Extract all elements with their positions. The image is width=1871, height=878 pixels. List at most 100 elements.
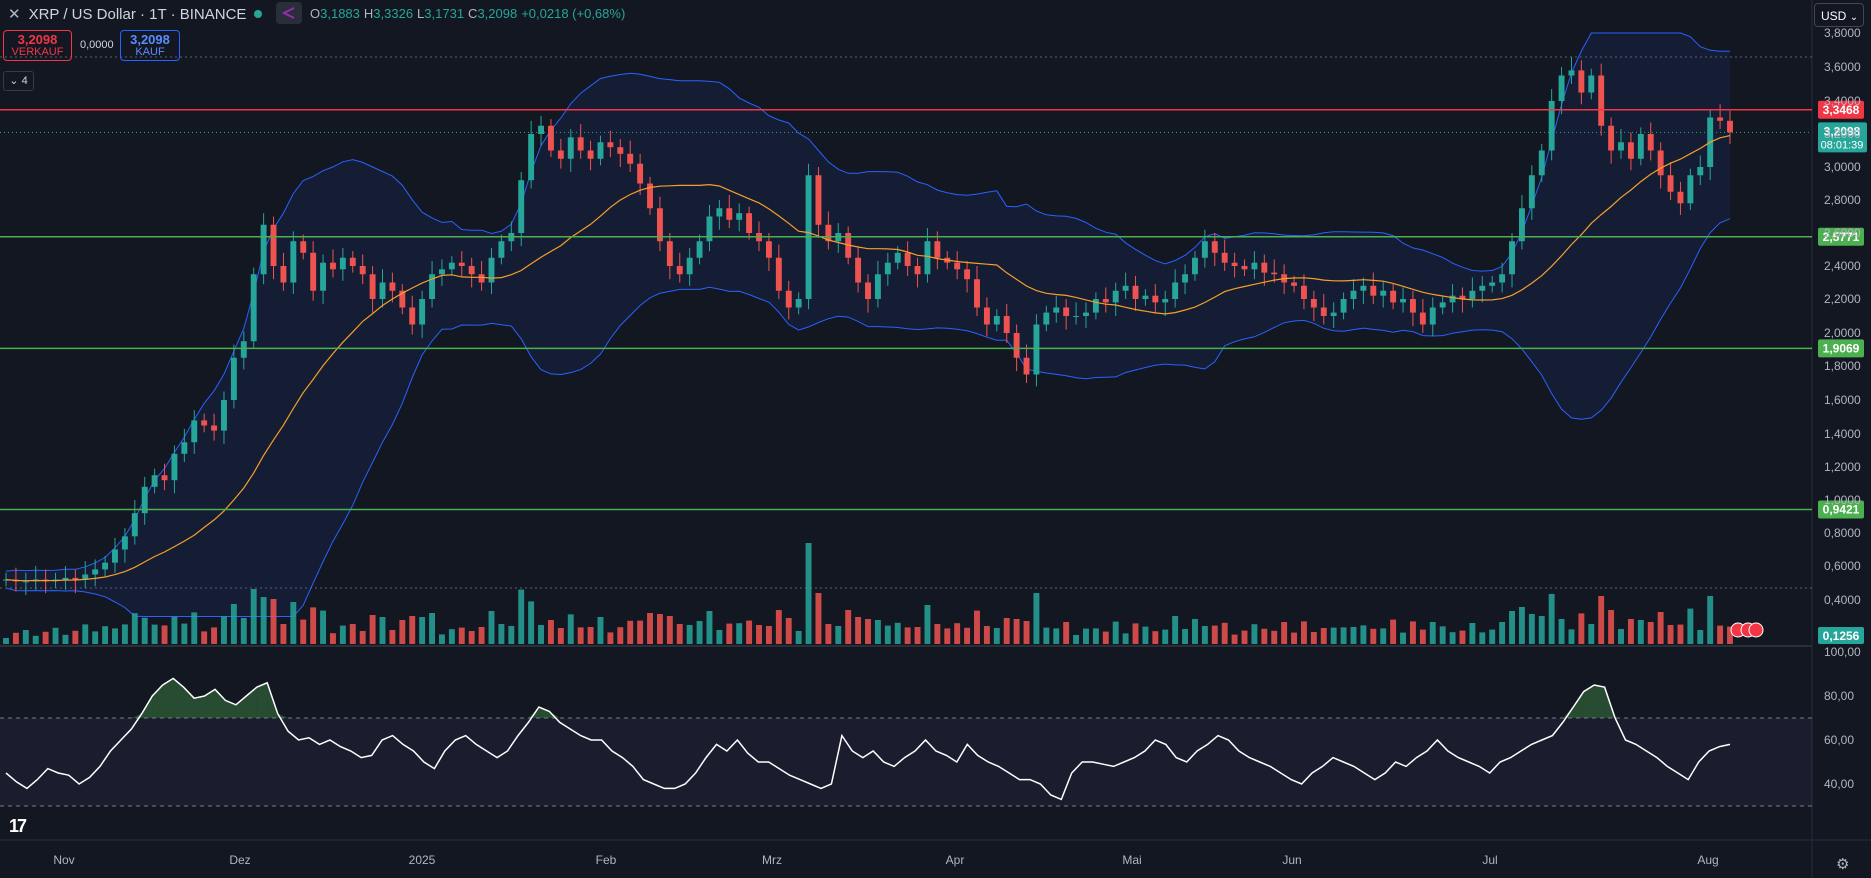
volume-bar — [1132, 623, 1139, 644]
volume-bar — [379, 617, 386, 644]
candle — [330, 262, 336, 270]
chart-canvas[interactable]: 3,34682,57711,90690,94213,209808:01:390,… — [0, 0, 1871, 878]
volume-bar — [82, 624, 89, 644]
rsi-tick-label: 60,00 — [1824, 733, 1854, 747]
volume-bar — [1162, 629, 1169, 644]
volume-bar — [746, 620, 753, 644]
candle — [419, 299, 426, 325]
volume-bar — [211, 627, 218, 644]
candle — [349, 257, 356, 266]
volume-bar — [1697, 630, 1704, 644]
candle — [696, 241, 703, 258]
volume-bar — [1647, 622, 1654, 644]
candle — [1102, 299, 1109, 303]
volume-bar — [1330, 627, 1337, 644]
volume-bar — [1469, 623, 1476, 644]
candle — [151, 475, 158, 487]
volume-bar — [141, 617, 148, 644]
candle — [260, 224, 267, 275]
candle — [964, 269, 971, 280]
candle — [458, 262, 465, 266]
price-tick-label: 3,0000 — [1824, 160, 1861, 174]
volume-bar — [72, 630, 79, 644]
candle — [627, 153, 634, 164]
volume-bar — [32, 635, 39, 644]
candle — [1439, 302, 1446, 308]
volume-bar — [1509, 611, 1515, 644]
candle — [954, 262, 961, 270]
spread-value: 0,0000 — [80, 39, 114, 51]
candle — [290, 241, 297, 283]
volume-bar — [557, 628, 564, 644]
candle — [1380, 290, 1387, 296]
time-tick-label: Mrz — [762, 853, 782, 867]
volume-bar — [3, 638, 9, 644]
candle — [1637, 134, 1644, 159]
rsi-band — [0, 718, 1812, 806]
volume-bar — [1449, 632, 1456, 644]
candle — [92, 569, 99, 575]
candle — [1003, 316, 1010, 333]
candle — [617, 147, 624, 154]
currency-select[interactable]: USD ⌄ — [1814, 3, 1864, 27]
volume-bar — [637, 620, 644, 644]
candle — [1578, 70, 1585, 93]
volume-bar — [944, 628, 951, 644]
price-tick-label: 0,6000 — [1824, 559, 1861, 573]
candle — [1489, 282, 1496, 286]
rsi-overbought-fill — [194, 696, 205, 718]
buy-button[interactable]: 3,2098 KAUF — [120, 30, 180, 61]
volume-bar — [508, 626, 515, 644]
indicators-toggle[interactable]: ⌄ 4 — [3, 71, 34, 91]
price-tick-label: 2,6000 — [1824, 226, 1861, 240]
candle — [716, 208, 723, 217]
volume-bar — [112, 628, 118, 644]
volume-bar — [924, 605, 931, 644]
volume-bar — [468, 631, 475, 644]
volume-bar — [1499, 622, 1506, 644]
volume-bar — [1390, 619, 1397, 644]
volume-bar — [577, 627, 584, 644]
volume-bar — [191, 612, 198, 644]
volume-bar — [676, 624, 683, 644]
candle — [1667, 175, 1674, 192]
candle — [1479, 285, 1486, 291]
volume-bar — [835, 626, 842, 644]
rsi-tick-label: 40,00 — [1824, 777, 1854, 791]
candle — [686, 257, 693, 275]
candle — [884, 262, 891, 275]
symbol-title[interactable]: ✕ XRP / US Dollar · 1T · BINANCE — [8, 5, 263, 23]
volume-bar — [656, 614, 663, 644]
visual-order-icon[interactable] — [276, 2, 302, 24]
candle — [1112, 290, 1119, 303]
price-tick-label: 3,6000 — [1824, 60, 1861, 74]
time-tick-label: Jul — [1482, 853, 1497, 867]
price-tick-label: 0,8000 — [1824, 526, 1861, 540]
volume-bar — [399, 620, 406, 644]
gear-icon[interactable]: ⚙ — [1836, 855, 1849, 873]
volume-bar — [874, 620, 881, 644]
tradingview-logo[interactable]: 17 — [9, 816, 27, 837]
candle — [1251, 262, 1258, 270]
candle — [1261, 262, 1268, 273]
price-tick-label: 1,4000 — [1824, 427, 1861, 441]
sell-button[interactable]: 3,2098 VERKAUF — [3, 30, 72, 61]
candle — [102, 562, 109, 570]
time-tick-label: Jun — [1282, 853, 1301, 867]
volume-bar — [607, 632, 614, 644]
candle — [389, 282, 396, 291]
candle — [666, 241, 673, 266]
event-flag-icon — [1748, 622, 1764, 638]
close-icon[interactable]: ✕ — [8, 5, 21, 23]
volume-bar — [458, 627, 465, 644]
volume-bar — [1400, 632, 1406, 644]
candle — [320, 262, 327, 291]
volume-bar — [121, 624, 128, 644]
candle — [1469, 290, 1476, 299]
volume-bar — [1231, 634, 1238, 644]
volume-bar — [1588, 624, 1595, 644]
volume-bar — [1380, 628, 1387, 644]
price-tick-label: 1,0000 — [1824, 493, 1861, 507]
candle — [855, 257, 862, 283]
candle — [1053, 307, 1060, 313]
